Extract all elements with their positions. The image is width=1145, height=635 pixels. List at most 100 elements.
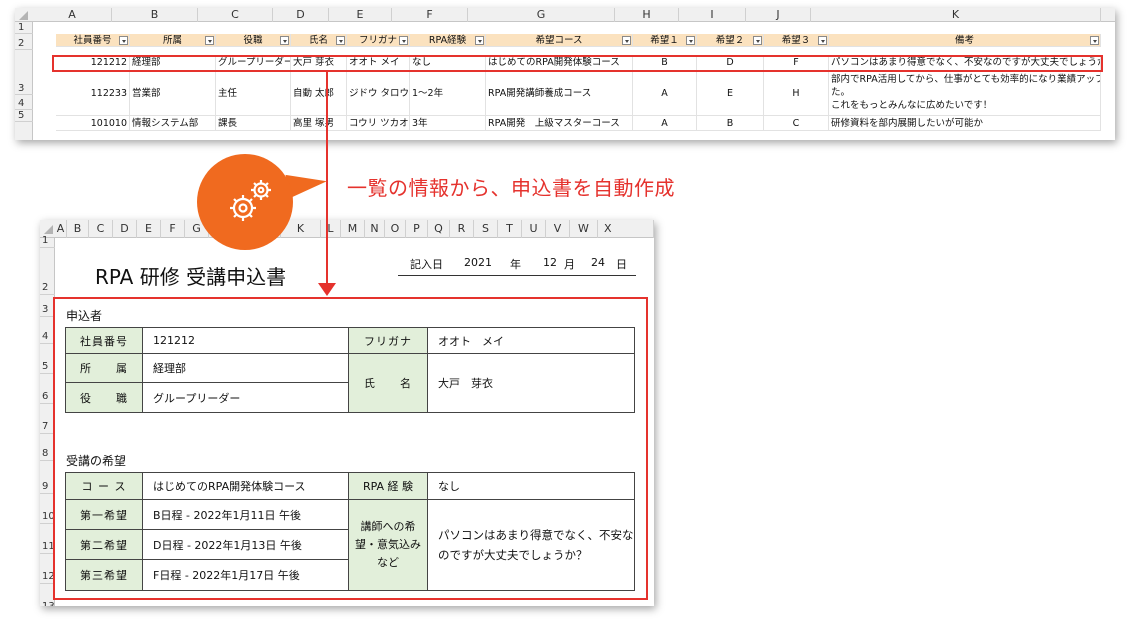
column-header-f[interactable]: F [161,220,185,238]
column-header-b[interactable]: B [67,220,89,238]
cell-choice-2[interactable]: B [697,116,764,131]
header-kana: フリガナ [347,34,410,47]
cell-choice-1[interactable]: A [633,71,697,116]
column-header-c[interactable]: C [89,220,113,238]
cell-choice-3[interactable]: C [764,116,829,131]
cell-choice-3[interactable]: H [764,71,829,116]
row-header-1[interactable]: 1 [15,22,33,34]
column-header-x[interactable]: X [598,220,654,238]
column-header-n[interactable]: N [365,220,385,238]
filter-dropdown-icon[interactable] [753,36,762,45]
column-header-w[interactable]: W [570,220,598,238]
cell-remarks[interactable]: 研修資料を部内展開したいが可能か [829,116,1101,131]
column-header-t[interactable]: T [498,220,522,238]
header-course: 希望コース [486,34,633,47]
entry-date: 記入日 2021 年 12 月 24 日 [398,252,636,276]
column-header-a[interactable]: A [55,220,67,238]
cell-name[interactable]: 自動 太郎 [291,71,347,116]
remarks-line: 部内でRPA活用してから、仕事がとても効率的になり業績アップしまし [831,74,1100,85]
header-department: 所属 [130,34,216,47]
column-header-c[interactable]: C [198,8,273,22]
cell-course[interactable]: RPA開発 上級マスターコース [486,116,633,131]
cell-name[interactable]: 高里 塚男 [291,116,347,131]
header-choice-1: 希望１ [633,34,697,47]
row-header-4[interactable]: 4 [15,95,33,110]
column-header-i[interactable]: I [679,8,746,22]
cell-kana[interactable]: ジドウ タロウ [347,71,410,116]
header-remarks: 備考 [829,34,1101,47]
filter-dropdown-icon[interactable] [622,36,631,45]
column-header-q[interactable]: Q [428,220,450,238]
column-header-g[interactable]: G [468,8,615,22]
date-year[interactable]: 2021 [464,256,492,269]
cell-exp[interactable]: 3年 [410,116,486,131]
column-header-s[interactable]: S [474,220,498,238]
callout-text: 一覧の情報から、申込書を自動作成 [347,176,675,200]
filter-dropdown-icon[interactable] [475,36,484,45]
row-header-5[interactable]: 5 [15,110,33,122]
cell-id[interactable]: 112233 [56,71,130,116]
selected-row-highlight [52,55,1103,72]
cell-choice-2[interactable]: E [697,71,764,116]
date-month-unit: 月 [564,258,575,271]
row-header-3[interactable]: 3 [15,50,33,95]
column-header-a[interactable]: A [33,8,112,22]
column-header-k[interactable]: K [811,8,1101,22]
column-header-p[interactable]: P [406,220,428,238]
column-header-j[interactable]: J [746,8,811,22]
column-header-d[interactable]: D [113,220,137,238]
filter-dropdown-icon[interactable] [280,36,289,45]
filter-dropdown-icon[interactable] [336,36,345,45]
row-header-1[interactable]: 1 [40,235,55,248]
filter-dropdown-icon[interactable] [205,36,214,45]
date-year-unit: 年 [510,258,521,271]
header-position: 役職 [216,34,291,47]
column-header-b[interactable]: B [112,8,198,22]
column-header-d[interactable]: D [273,8,329,22]
select-all-corner[interactable] [19,11,28,20]
cell-remarks[interactable]: 部内でRPA活用してから、仕事がとても効率的になり業績アップしまし た。 これを… [829,71,1101,116]
cell-dept[interactable]: 情報システム部 [130,116,216,131]
date-day[interactable]: 24 [591,256,605,269]
date-month[interactable]: 12 [543,256,557,269]
date-day-unit: 日 [616,258,627,271]
column-header-h[interactable]: H [615,8,679,22]
date-label: 記入日 [410,258,443,271]
column-header-e[interactable]: E [137,220,161,238]
cell-id[interactable]: 101010 [56,116,130,131]
cell-title[interactable]: 課長 [216,116,291,131]
header-choice-2: 希望２ [697,34,764,47]
column-header-e[interactable]: E [329,8,392,22]
column-header-r[interactable]: R [450,220,474,238]
cell-choice-1[interactable]: A [633,116,697,131]
filter-dropdown-icon[interactable] [1090,36,1099,45]
cell-dept[interactable]: 営業部 [130,71,216,116]
filter-dropdown-icon[interactable] [119,36,128,45]
cell-exp[interactable]: 1～2年 [410,71,486,116]
column-header-m[interactable]: M [341,220,365,238]
form-title: RPA 研修 受講申込書 [95,265,287,289]
cell-title[interactable]: 主任 [216,71,291,116]
select-all-corner[interactable] [44,225,53,234]
cell-course[interactable]: RPA開発講師養成コース [486,71,633,116]
employee-list-sheet: A B C D E F G H I J K 1 2 3 4 5 社員番号 所属 … [15,8,1115,140]
filter-dropdown-icon[interactable] [399,36,408,45]
column-header-v[interactable]: V [546,220,570,238]
column-header-bar: A B C D E F G H I J K L M N O P Q R S T … [40,220,654,238]
cell-kana[interactable]: コウリ ツカオ [347,116,410,131]
application-form-sheet: A B C D E F G H I J K L M N O P Q R S T … [40,220,654,606]
row-header-bar: 1 2 3 4 5 [15,22,33,140]
header-employee-id: 社員番号 [56,34,130,47]
remarks-line: た。 [831,87,851,98]
header-name: 氏名 [291,34,347,47]
column-header-l[interactable]: L [321,220,341,238]
filter-dropdown-icon[interactable] [686,36,695,45]
remarks-line: これをもっとみんなに広めたいです！ [831,100,993,111]
filter-dropdown-icon[interactable] [818,36,827,45]
row-header-2[interactable]: 2 [40,248,55,295]
gears-icon [230,180,271,221]
column-header-u[interactable]: U [522,220,546,238]
column-header-f[interactable]: F [392,8,468,22]
column-header-o[interactable]: O [385,220,406,238]
row-header-2[interactable]: 2 [15,34,33,50]
